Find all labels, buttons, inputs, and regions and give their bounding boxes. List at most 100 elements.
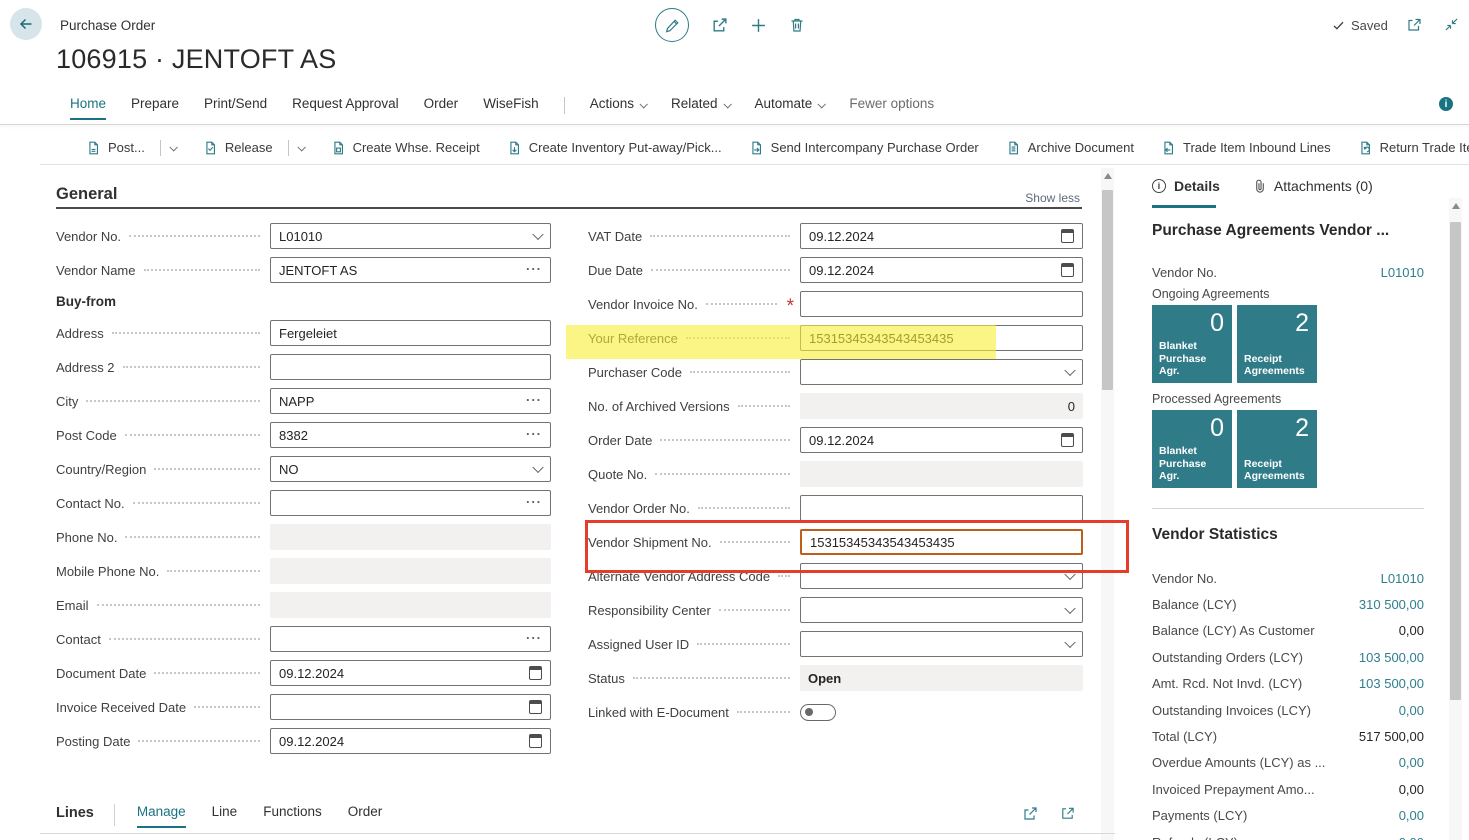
- scroll-up-arrow-icon[interactable]: [1452, 203, 1460, 209]
- back-arrow-icon: [18, 16, 34, 32]
- info-icon[interactable]: i: [1439, 97, 1453, 111]
- post-document-icon: [86, 140, 101, 156]
- tab-home[interactable]: Home: [70, 96, 106, 121]
- order-date-field[interactable]: 09.12.2024: [800, 427, 1083, 453]
- expand-icon: [1060, 806, 1075, 821]
- main-scrollbar[interactable]: [1101, 168, 1114, 840]
- city-field[interactable]: NAPP: [270, 388, 551, 414]
- share-button[interactable]: [711, 17, 728, 34]
- chevron-down-icon: [818, 100, 826, 108]
- show-less-link[interactable]: Show less: [1025, 191, 1080, 205]
- calendar-icon[interactable]: [1061, 263, 1074, 277]
- assist-edit-icon[interactable]: [526, 393, 542, 406]
- calendar-icon[interactable]: [1061, 229, 1074, 243]
- tab-attachments[interactable]: Attachments (0): [1254, 178, 1373, 194]
- trade-item-inbound-lines-button[interactable]: Trade Item Inbound Lines: [1161, 140, 1331, 156]
- calendar-icon[interactable]: [529, 700, 542, 714]
- address-field[interactable]: Fergeleiet: [270, 320, 551, 346]
- archived-versions-field: 0: [800, 393, 1083, 419]
- archive-document-button[interactable]: Archive Document: [1006, 140, 1134, 156]
- vendor-no-field[interactable]: L01010: [270, 223, 551, 249]
- cue-tile-blanket-purchase-ongoing[interactable]: 0 Blanket Purchase Agr.: [1152, 305, 1232, 383]
- responsibility-center-field[interactable]: [800, 597, 1083, 623]
- field-row-country-region: Country/Region NO: [56, 452, 551, 486]
- chevron-down-icon[interactable]: [532, 462, 543, 473]
- release-button[interactable]: Release: [203, 140, 304, 156]
- scrollbar-thumb[interactable]: [1102, 190, 1113, 390]
- posting-date-field[interactable]: 09.12.2024: [270, 728, 551, 754]
- scrollbar-thumb[interactable]: [1450, 222, 1461, 700]
- assist-edit-icon[interactable]: [526, 495, 542, 508]
- linked-edocument-toggle[interactable]: [800, 704, 836, 721]
- lines-menu-order[interactable]: Order: [348, 804, 383, 828]
- lines-menu-line[interactable]: Line: [212, 804, 238, 828]
- menu-related[interactable]: Related: [671, 96, 730, 121]
- fewer-options-button[interactable]: Fewer options: [849, 96, 934, 121]
- alternate-vendor-address-field[interactable]: [800, 563, 1083, 589]
- vendor-shipment-no-field[interactable]: 15315345343543453435: [800, 529, 1083, 555]
- vendor-invoice-no-field[interactable]: [800, 291, 1083, 317]
- chevron-down-icon[interactable]: [1064, 569, 1075, 580]
- tab-prepare[interactable]: Prepare: [131, 96, 179, 121]
- assist-edit-icon[interactable]: [526, 631, 542, 644]
- your-reference-field[interactable]: 15315345343543453435: [800, 325, 1083, 351]
- document-date-field[interactable]: 09.12.2024: [270, 660, 551, 686]
- cue-tile-receipt-agreements-ongoing[interactable]: 2 Receipt Agreements: [1237, 305, 1317, 383]
- field-row-address-2: Address 2: [56, 350, 551, 384]
- tab-print-send[interactable]: Print/Send: [204, 96, 267, 121]
- assigned-user-id-field[interactable]: [800, 631, 1083, 657]
- vendor-name-field[interactable]: JENTOFT AS: [270, 257, 551, 283]
- lines-menu-manage[interactable]: Manage: [137, 804, 186, 828]
- vendor-order-no-field[interactable]: [800, 495, 1083, 521]
- due-date-field[interactable]: 09.12.2024: [800, 257, 1083, 283]
- post-button[interactable]: Post...: [86, 140, 176, 156]
- tab-wisefish[interactable]: WiseFish: [483, 96, 539, 121]
- tab-request-approval[interactable]: Request Approval: [292, 96, 399, 121]
- create-inventory-putaway-button[interactable]: Create Inventory Put-away/Pick...: [507, 140, 722, 156]
- assist-edit-icon[interactable]: [526, 262, 542, 275]
- new-document-button[interactable]: [750, 17, 767, 34]
- menu-actions[interactable]: Actions: [590, 96, 646, 121]
- post-code-field[interactable]: 8382: [270, 422, 551, 448]
- back-button[interactable]: [10, 8, 42, 40]
- field-row-purchaser-code: Purchaser Code: [588, 355, 1083, 389]
- calendar-icon[interactable]: [529, 666, 542, 680]
- vendor-no-link[interactable]: L01010: [1381, 265, 1424, 280]
- popout-button[interactable]: [1406, 17, 1422, 33]
- send-intercompany-button[interactable]: Send Intercompany Purchase Order: [749, 140, 979, 156]
- lines-menu-functions[interactable]: Functions: [263, 804, 322, 828]
- address-2-field[interactable]: [270, 354, 551, 380]
- return-trade-items-button[interactable]: Return Trade Items: [1358, 140, 1469, 156]
- menu-automate[interactable]: Automate: [755, 96, 825, 121]
- contact-field[interactable]: [270, 626, 551, 652]
- invoice-received-date-field[interactable]: [270, 694, 551, 720]
- lines-share-button[interactable]: [1022, 806, 1038, 822]
- panel-scrollbar[interactable]: [1449, 198, 1462, 840]
- tab-details[interactable]: i Details: [1152, 178, 1220, 194]
- country-region-field[interactable]: NO: [270, 456, 551, 482]
- calendar-icon[interactable]: [529, 734, 542, 748]
- collapse-button[interactable]: [1444, 17, 1459, 33]
- cue-tile-receipt-agreements-processed[interactable]: 2 Receipt Agreements: [1237, 410, 1317, 488]
- lines-expand-button[interactable]: [1060, 806, 1075, 822]
- purchaser-code-field[interactable]: [800, 359, 1083, 385]
- vat-date-field[interactable]: 09.12.2024: [800, 223, 1083, 249]
- chevron-down-icon[interactable]: [297, 143, 305, 151]
- scroll-up-arrow-icon[interactable]: [1104, 173, 1112, 179]
- chevron-down-icon[interactable]: [1064, 365, 1075, 376]
- chevron-down-icon[interactable]: [169, 143, 177, 151]
- create-whse-receipt-button[interactable]: Create Whse. Receipt: [331, 140, 480, 156]
- calendar-icon[interactable]: [1061, 433, 1074, 447]
- contact-no-field[interactable]: [270, 490, 551, 516]
- assist-edit-icon[interactable]: [526, 427, 542, 440]
- chevron-down-icon[interactable]: [1064, 603, 1075, 614]
- lines-section-header: Lines Manage Line Functions Order: [56, 804, 408, 828]
- chevron-down-icon[interactable]: [1064, 637, 1075, 648]
- lines-divider: [114, 804, 115, 826]
- edit-button[interactable]: [655, 8, 689, 42]
- vendor-statistics-title: Vendor Statistics: [1152, 526, 1278, 544]
- delete-button[interactable]: [789, 17, 805, 33]
- cue-tile-blanket-purchase-processed[interactable]: 0 Blanket Purchase Agr.: [1152, 410, 1232, 488]
- tab-order[interactable]: Order: [424, 96, 459, 121]
- chevron-down-icon[interactable]: [532, 229, 543, 240]
